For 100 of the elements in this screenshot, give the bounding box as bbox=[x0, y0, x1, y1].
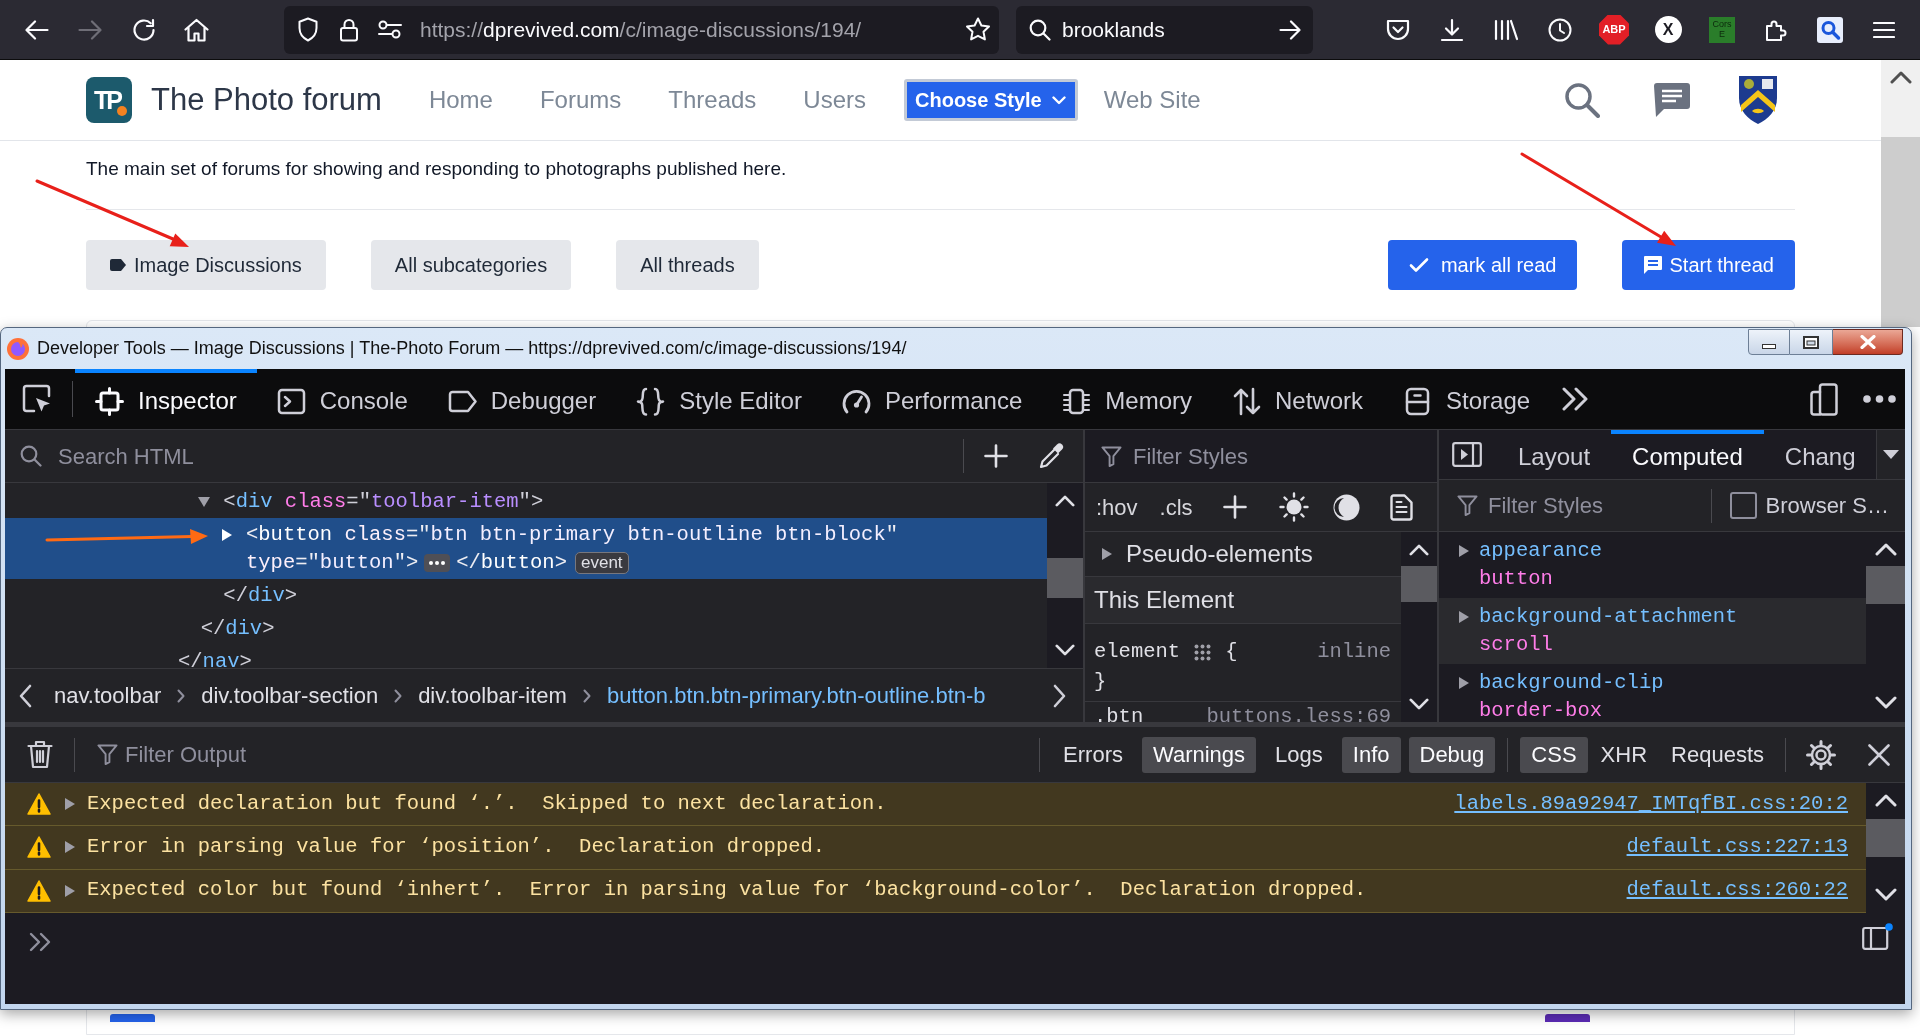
nav-link[interactable]: Users bbox=[803, 82, 866, 118]
disclosure-triangle-icon[interactable] bbox=[1459, 545, 1469, 557]
search-icon[interactable] bbox=[1564, 82, 1600, 118]
trash-icon[interactable] bbox=[27, 740, 53, 769]
severity-filter-button[interactable]: Warnings bbox=[1141, 736, 1257, 773]
breadcrumb[interactable]: nav.toolbar bbox=[54, 679, 162, 712]
minimize-button[interactable] bbox=[1748, 329, 1790, 355]
scroll-down-icon[interactable] bbox=[1409, 698, 1429, 710]
markup-row[interactable]: </div> bbox=[5, 579, 1047, 612]
devtools-tab[interactable]: Inspector bbox=[75, 369, 257, 429]
scroll-down-icon[interactable] bbox=[1874, 888, 1897, 901]
disclosure-triangle-icon[interactable] bbox=[65, 798, 75, 811]
rule-source[interactable]: buttons.less:69 bbox=[1206, 702, 1391, 722]
plus-icon[interactable] bbox=[984, 444, 1008, 468]
crest-icon[interactable] bbox=[1738, 75, 1778, 125]
chevron-right-icon[interactable] bbox=[1053, 683, 1066, 708]
scrollbar-thumb[interactable] bbox=[1401, 566, 1437, 602]
sidebar-tab[interactable]: Computed bbox=[1611, 430, 1764, 479]
source-link[interactable]: labels.89a92947_IMTqfBI.css:20:2 bbox=[1454, 788, 1848, 820]
sidebar-toggle-icon[interactable] bbox=[1452, 442, 1482, 467]
filter-output-field[interactable]: Filter Output bbox=[75, 727, 1040, 782]
disclosure-triangle-icon[interactable] bbox=[1102, 548, 1112, 560]
disclosure-triangle-icon[interactable] bbox=[1459, 611, 1469, 623]
severity-filter-button[interactable]: Info bbox=[1341, 736, 1401, 773]
responsive-devices-icon[interactable] bbox=[1810, 382, 1838, 416]
permissions-icon[interactable] bbox=[378, 20, 402, 39]
source-link[interactable]: default.css:227:13 bbox=[1626, 832, 1848, 863]
action-button[interactable]: mark all read bbox=[1387, 240, 1578, 290]
reload-icon[interactable] bbox=[132, 17, 156, 42]
devtools-tab[interactable]: Debugger bbox=[427, 369, 617, 429]
search-html-field[interactable]: Search HTML bbox=[5, 430, 963, 482]
sidebar-tab[interactable]: Chang bbox=[1763, 430, 1876, 479]
lock-icon[interactable] bbox=[339, 17, 359, 42]
extension-button[interactable]: X bbox=[1654, 16, 1682, 43]
filter-styles-field[interactable]: Filter Styles bbox=[1439, 480, 1711, 531]
extension-button[interactable]: ABP bbox=[1599, 14, 1629, 45]
type-filter-button[interactable]: Requests bbox=[1660, 736, 1775, 773]
action-button[interactable]: Start thread bbox=[1622, 240, 1795, 290]
type-filter-button[interactable]: XHR bbox=[1589, 736, 1659, 773]
site-logo[interactable]: TP bbox=[86, 77, 132, 123]
nav-link[interactable]: Home bbox=[428, 82, 493, 118]
more-options-icon[interactable] bbox=[1863, 395, 1896, 403]
scrollbar-thumb[interactable] bbox=[1866, 819, 1905, 857]
clock-icon[interactable] bbox=[1548, 17, 1572, 42]
severity-filter-button[interactable]: Logs bbox=[1264, 736, 1334, 773]
sun-icon[interactable] bbox=[1278, 492, 1309, 522]
breadcrumb[interactable]: div.toolbar-item bbox=[418, 679, 567, 712]
element-picker-icon[interactable] bbox=[22, 384, 52, 414]
sidebar-toggle-icon[interactable] bbox=[1862, 923, 1893, 950]
rule-source[interactable]: inline bbox=[1317, 637, 1391, 667]
breadcrumb[interactable]: button.btn.btn-primary.btn-outline.btn-b bbox=[606, 679, 986, 712]
go-arrow-icon[interactable] bbox=[1279, 19, 1301, 40]
disclosure-triangle-icon[interactable] bbox=[1459, 677, 1469, 689]
checkbox[interactable] bbox=[1729, 492, 1757, 519]
severity-filter-button[interactable]: Debug bbox=[1408, 736, 1496, 773]
document-icon[interactable] bbox=[1389, 493, 1413, 521]
star-icon[interactable] bbox=[965, 17, 991, 42]
magnifier-extension-icon[interactable] bbox=[1817, 16, 1843, 43]
scrollbar[interactable] bbox=[1401, 532, 1437, 722]
scrollbar[interactable] bbox=[1866, 783, 1905, 913]
search-field[interactable]: brooklands bbox=[1016, 5, 1313, 54]
browser-styles-checkbox[interactable]: Browser S… bbox=[1729, 489, 1889, 522]
chevron-left-icon[interactable] bbox=[19, 683, 32, 708]
devtools-tab[interactable]: Style Editor bbox=[616, 369, 822, 429]
filter-link[interactable]: Image Discussions bbox=[86, 240, 326, 290]
scroll-down-icon[interactable] bbox=[1055, 644, 1075, 656]
shield-icon[interactable] bbox=[297, 17, 319, 42]
disclosure-triangle-icon[interactable] bbox=[65, 841, 75, 854]
download-icon[interactable] bbox=[1440, 17, 1464, 42]
back-arrow-icon[interactable] bbox=[25, 19, 49, 40]
source-link[interactable]: default.css:260:22 bbox=[1626, 875, 1848, 907]
ellipsis-icon[interactable] bbox=[424, 553, 451, 572]
pseudo-class-toggle[interactable]: :hov bbox=[1096, 490, 1138, 524]
caret-down-icon[interactable] bbox=[1883, 450, 1899, 459]
url-field[interactable]: https://dprevived.com/c/image-discussions/194/ bbox=[284, 5, 999, 54]
devtools-tab[interactable]: Network bbox=[1212, 369, 1383, 429]
breadcrumb[interactable]: div.toolbar-section bbox=[201, 679, 379, 712]
markup-row[interactable]: </nav> bbox=[5, 645, 1047, 668]
scrollbar[interactable] bbox=[1866, 532, 1905, 722]
home-icon[interactable] bbox=[184, 17, 209, 42]
moon-icon[interactable] bbox=[1332, 493, 1360, 521]
library-icon[interactable] bbox=[1493, 18, 1519, 41]
disclosure-triangle-icon[interactable] bbox=[198, 496, 211, 507]
severity-filter-button[interactable]: Errors bbox=[1052, 736, 1134, 773]
menu-icon[interactable] bbox=[1873, 20, 1895, 39]
maximize-button[interactable] bbox=[1790, 329, 1833, 355]
filter-link[interactable]: All threads bbox=[616, 240, 759, 290]
filter-styles-field[interactable]: Filter Styles bbox=[1085, 430, 1437, 483]
double-chevron-icon[interactable] bbox=[1562, 387, 1589, 411]
close-icon[interactable] bbox=[1868, 743, 1890, 766]
dot-grid-icon[interactable] bbox=[1194, 643, 1212, 661]
page-scrollbar[interactable] bbox=[1881, 60, 1920, 327]
markup-row[interactable]: </div> bbox=[5, 612, 1047, 645]
markup-row[interactable]: <button class="btn btn-primary btn-outline btn-block" type="button"> </button> event bbox=[5, 518, 1047, 579]
scroll-up-icon[interactable] bbox=[1889, 71, 1912, 84]
scrollbar-thumb[interactable] bbox=[1047, 558, 1083, 598]
nav-link[interactable]: Web Site bbox=[1103, 82, 1201, 118]
plus-icon[interactable] bbox=[1222, 495, 1247, 519]
eyedropper-icon[interactable] bbox=[1038, 442, 1066, 470]
devtools-tab[interactable]: Memory bbox=[1042, 369, 1212, 429]
